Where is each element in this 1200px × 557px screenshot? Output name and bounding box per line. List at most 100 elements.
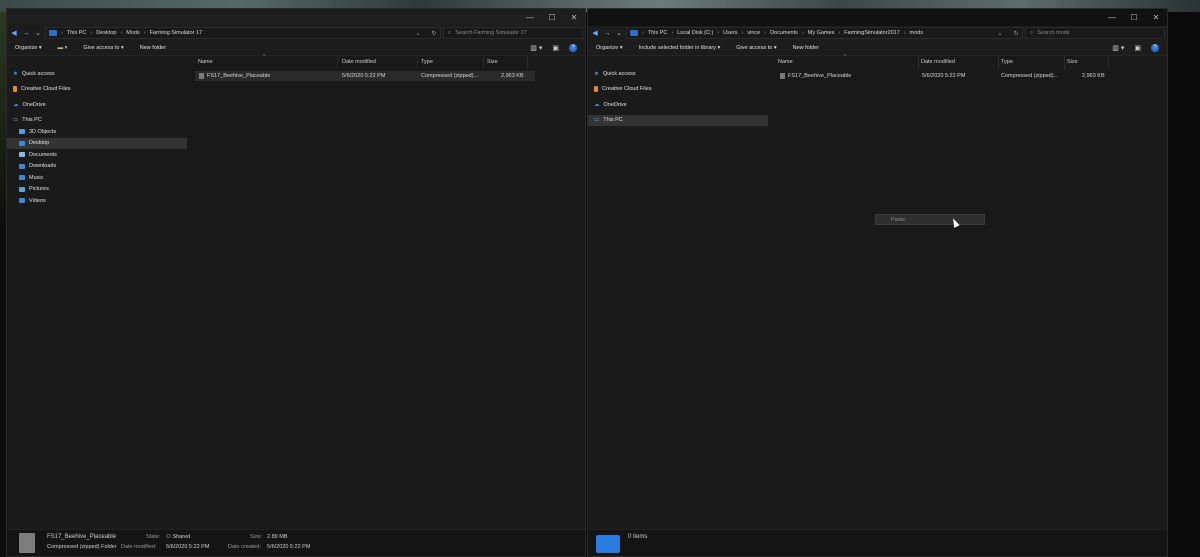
maximize-icon[interactable]: ☐ bbox=[1123, 9, 1145, 26]
file-size: 2,963 KB bbox=[501, 73, 524, 79]
chevron-right-icon: › bbox=[903, 30, 906, 36]
column-name[interactable]: Name bbox=[198, 59, 213, 65]
nav-label: OneDrive bbox=[603, 101, 627, 108]
breadcrumb-users[interactable]: Users bbox=[723, 30, 737, 36]
breadcrumb-mods[interactable]: mods bbox=[910, 30, 923, 36]
nav-label: Videos bbox=[29, 197, 46, 204]
close-icon[interactable]: ✕ bbox=[1145, 9, 1167, 26]
recent-locations-icon[interactable]: ⌄ bbox=[614, 27, 624, 39]
maximize-icon[interactable]: ☐ bbox=[541, 9, 563, 26]
column-size[interactable]: Size bbox=[487, 59, 498, 65]
give-access-button[interactable]: Give access to ▾ bbox=[83, 45, 123, 51]
help-icon[interactable]: ? bbox=[1151, 43, 1159, 52]
back-icon[interactable]: ◀ bbox=[590, 27, 600, 39]
column-type[interactable]: Type bbox=[421, 59, 433, 65]
new-folder-button[interactable]: New folder bbox=[793, 45, 819, 51]
context-menu-paste[interactable]: Paste bbox=[875, 214, 985, 225]
address-bar[interactable]: › This PC › Desktop › Mods › Farming Sim… bbox=[45, 27, 441, 39]
documents-icon bbox=[19, 152, 25, 158]
refresh-icon[interactable]: ↻ bbox=[1010, 30, 1022, 37]
nav-music[interactable]: Music bbox=[7, 172, 187, 184]
column-name[interactable]: Name bbox=[778, 59, 793, 65]
column-date-modified[interactable]: Date modified bbox=[921, 59, 955, 65]
give-access-button[interactable]: Give access to ▾ bbox=[736, 45, 776, 51]
column-date-modified[interactable]: Date modified bbox=[342, 59, 376, 65]
nav-this-pc[interactable]: ▭ This PC bbox=[7, 115, 187, 127]
breadcrumb-farmingsimulator2017[interactable]: FarmingSimulator2017 bbox=[844, 30, 900, 36]
nav-this-pc[interactable]: ▭ This PC bbox=[588, 114, 768, 126]
explorer-window-right[interactable]: — ☐ ✕ ◀ → ⌄ › This PC › Local Disk (C:) … bbox=[587, 8, 1168, 557]
breadcrumb-local-disk[interactable]: Local Disk (C:) bbox=[677, 30, 713, 36]
breadcrumb-mods[interactable]: Mods bbox=[126, 30, 139, 36]
organize-button[interactable]: Organize ▾ bbox=[15, 45, 42, 51]
new-item-icon[interactable]: ▬ ▾ bbox=[58, 45, 68, 51]
title-bar[interactable]: — ☐ ✕ bbox=[588, 9, 1167, 26]
column-size[interactable]: Size bbox=[1067, 59, 1078, 65]
nav-creative-cloud[interactable]: Creative Cloud Files bbox=[7, 84, 187, 96]
command-bar: Organize ▾ Include selected folder in li… bbox=[588, 40, 1167, 56]
details-size-value: 2.89 MB bbox=[267, 534, 288, 540]
nav-label: Downloads bbox=[29, 163, 57, 170]
minimize-icon[interactable]: — bbox=[1101, 9, 1123, 26]
address-dropdown-icon[interactable]: ⌄ bbox=[412, 30, 424, 37]
forward-icon[interactable]: → bbox=[21, 27, 31, 39]
nav-documents[interactable]: Documents bbox=[7, 149, 187, 161]
search-box[interactable]: ⌕ Search mods bbox=[1025, 27, 1165, 39]
nav-desktop[interactable]: Desktop bbox=[7, 137, 187, 149]
explorer-window-left[interactable]: — ☐ ✕ ◀ → ⌄ › This PC › Desktop › Mods ›… bbox=[6, 8, 586, 557]
nav-pictures[interactable]: Pictures bbox=[7, 184, 187, 196]
nav-videos[interactable]: Videos bbox=[7, 195, 187, 207]
preview-pane-icon[interactable]: ▣ bbox=[552, 44, 559, 52]
nav-onedrive[interactable]: ☁ OneDrive bbox=[7, 99, 187, 111]
column-headers: ^ Name Date modified Type Size bbox=[768, 54, 1167, 69]
title-bar[interactable]: — ☐ ✕ bbox=[7, 9, 585, 26]
file-size: 2,963 KB bbox=[1082, 73, 1105, 79]
breadcrumb-my-games[interactable]: My Games bbox=[808, 30, 835, 36]
cube-icon bbox=[19, 129, 25, 135]
file-list[interactable]: ^ Name Date modified Type Size FS17_Beeh… bbox=[187, 54, 585, 529]
file-list[interactable]: ^ Name Date modified Type Size FS17_Beeh… bbox=[768, 54, 1167, 529]
nav-creative-cloud[interactable]: Creative Cloud Files bbox=[588, 84, 768, 96]
nav-downloads[interactable]: Downloads bbox=[7, 161, 187, 173]
breadcrumb-this-pc[interactable]: This PC bbox=[648, 30, 668, 36]
table-row[interactable]: FS17_Beehive_Placeable 5/6/2020 5:22 PM … bbox=[195, 71, 535, 81]
breadcrumb-documents[interactable]: Documents bbox=[770, 30, 798, 36]
nav-onedrive[interactable]: ☁ OneDrive bbox=[588, 99, 768, 111]
forward-icon[interactable]: → bbox=[602, 27, 612, 39]
view-options-icon[interactable]: ▥ ▾ bbox=[1112, 44, 1124, 52]
search-box[interactable]: ⌕ Search Farming Simulator 17 bbox=[443, 27, 583, 39]
navigation-pane: ★ Quick access Creative Cloud Files ☁ On… bbox=[7, 56, 187, 529]
help-icon[interactable]: ? bbox=[569, 43, 577, 52]
recent-locations-icon[interactable]: ⌄ bbox=[33, 27, 43, 39]
folder-icon bbox=[630, 30, 638, 36]
nav-label: OneDrive bbox=[22, 101, 46, 108]
chevron-right-icon: › bbox=[90, 30, 93, 36]
close-icon[interactable]: ✕ bbox=[563, 9, 585, 26]
state-text: Shared bbox=[172, 534, 191, 540]
new-folder-button[interactable]: New folder bbox=[140, 45, 166, 51]
breadcrumb-vince[interactable]: vince bbox=[747, 30, 760, 36]
zip-file-icon bbox=[199, 73, 204, 79]
nav-quick-access[interactable]: ★ Quick access bbox=[7, 68, 187, 80]
include-in-library-button[interactable]: Include selected folder in library ▾ bbox=[639, 45, 721, 51]
chevron-right-icon: › bbox=[801, 30, 804, 36]
nav-label: Creative Cloud Files bbox=[21, 86, 71, 93]
preview-pane-icon[interactable]: ▣ bbox=[1134, 44, 1141, 52]
breadcrumb-farming-simulator-17[interactable]: Farming Simulator 17 bbox=[150, 30, 203, 36]
view-options-icon[interactable]: ▥ ▾ bbox=[530, 44, 542, 52]
address-bar[interactable]: › This PC › Local Disk (C:) › Users › vi… bbox=[626, 27, 1023, 39]
breadcrumb-this-pc[interactable]: This PC bbox=[67, 30, 87, 36]
nav-quick-access[interactable]: ★ Quick access bbox=[588, 68, 768, 80]
column-type[interactable]: Type bbox=[1001, 59, 1013, 65]
back-icon[interactable]: ◀ bbox=[9, 27, 19, 39]
table-row[interactable]: FS17_Beehive_Placeable 5/6/2020 5:22 PM … bbox=[776, 71, 1116, 81]
minimize-icon[interactable]: — bbox=[519, 9, 541, 26]
sort-caret-icon: ^ bbox=[844, 54, 847, 60]
details-pane: FS17_Beehive_Placeable Compressed (zippe… bbox=[7, 529, 585, 556]
organize-button[interactable]: Organize ▾ bbox=[596, 45, 623, 51]
file-name: FS17_Beehive_Placeable bbox=[207, 73, 271, 79]
nav-3d-objects[interactable]: 3D Objects bbox=[7, 126, 187, 138]
refresh-icon[interactable]: ↻ bbox=[428, 30, 440, 37]
address-dropdown-icon[interactable]: ⌄ bbox=[994, 30, 1006, 37]
breadcrumb-desktop[interactable]: Desktop bbox=[96, 30, 116, 36]
